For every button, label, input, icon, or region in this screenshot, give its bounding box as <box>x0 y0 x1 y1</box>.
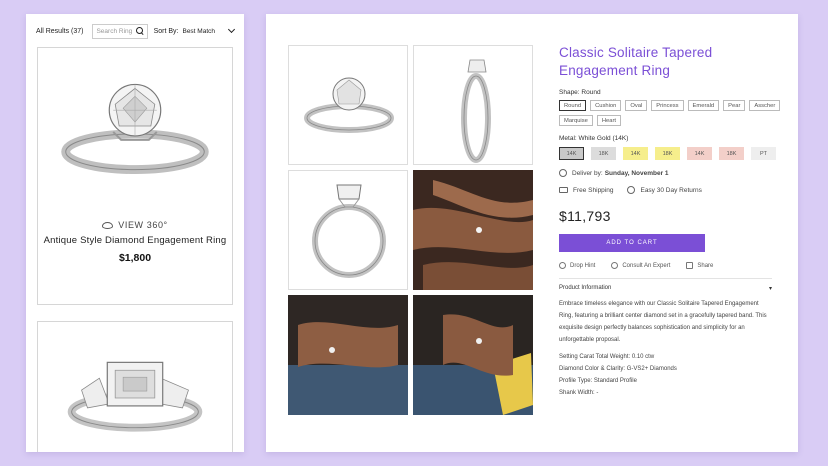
delivery-info: Deliver by: Sunday, November 1 <box>559 169 779 177</box>
product-card[interactable] <box>37 321 233 452</box>
product-info-heading: Product Information <box>559 285 612 291</box>
search-placeholder: Search Ring <box>96 27 133 35</box>
metal-option-rose-18k[interactable]: 18K <box>719 147 744 160</box>
search-icon[interactable] <box>135 27 144 35</box>
metal-option-yellow-14k[interactable]: 14K <box>623 147 648 160</box>
shape-option-round[interactable]: Round <box>559 100 587 111</box>
consult-expert-button[interactable]: Consult An Expert <box>611 262 670 269</box>
search-input[interactable]: Search Ring <box>92 23 148 39</box>
results-count: All Results (37) <box>36 27 84 35</box>
spec-carat-weight: Setting Carat Total Weight: 0.10 ctw <box>559 354 655 360</box>
product-card[interactable]: VIEW 360° Antique Style Diamond Engageme… <box>37 47 233 305</box>
spec-shank-width: Shank Width: - <box>559 390 599 396</box>
share-button[interactable]: Share <box>686 262 713 269</box>
consult-label: Consult An Expert <box>622 262 671 269</box>
deliver-prefix: Deliver by: <box>572 169 603 177</box>
metal-option-white-14k[interactable]: 14K <box>559 147 584 160</box>
ring-side-image <box>461 59 491 163</box>
chat-icon <box>611 262 619 269</box>
gallery-image-front[interactable] <box>288 45 408 165</box>
hint-icon <box>559 262 566 269</box>
shape-option-asscher[interactable]: Asscher <box>749 100 781 111</box>
sort-label: Sort By: <box>153 27 179 35</box>
divider <box>559 278 772 279</box>
shape-option-marquise[interactable]: Marquise <box>559 115 593 126</box>
shape-option-cushion[interactable]: Cushion <box>590 100 622 111</box>
product-info-toggle[interactable]: Product Information ▾ <box>559 285 772 292</box>
hand-box-photo-image <box>413 295 533 415</box>
shape-options: Round Cushion Oval Princess Emerald Pear… <box>559 100 784 126</box>
metal-option-white-18k[interactable]: 18K <box>591 147 616 160</box>
returns-icon <box>627 186 636 194</box>
hand-jeans-photo-image <box>288 295 408 415</box>
gallery-image-side[interactable] <box>413 45 533 165</box>
caret-down-icon: ▾ <box>768 286 772 292</box>
free-shipping-text: Free Shipping <box>573 186 614 194</box>
view-360-label: VIEW 360° <box>118 220 168 230</box>
spec-color-clarity: Diamond Color & Clarity: G-VS2+ Diamonds <box>559 366 677 372</box>
product-detail-panel: Classic Solitaire Tapered Engagement Rin… <box>266 14 798 452</box>
shape-option-heart[interactable]: Heart <box>596 115 622 126</box>
share-label: Share <box>697 262 714 269</box>
ring-front-image <box>304 77 394 133</box>
product-specs: Setting Carat Total Weight: 0.10 ctw Dia… <box>559 351 779 399</box>
add-to-cart-button[interactable]: ADD TO CART <box>559 234 705 252</box>
product-title: Classic Solitaire Tapered Engagement Rin… <box>559 45 713 78</box>
shape-option-princess[interactable]: Princess <box>651 100 684 111</box>
metal-option-platinum[interactable]: PT <box>751 147 776 160</box>
shape-option-oval[interactable]: Oval <box>625 100 648 111</box>
deliver-date: Sunday, November 1 <box>604 169 669 177</box>
hand-photo-image <box>413 170 533 290</box>
sort-value: Best Match <box>182 27 215 35</box>
product-price: $11,793 <box>559 208 611 224</box>
gallery-image-hand-2[interactable] <box>288 295 408 415</box>
ring-profile-image <box>312 184 386 278</box>
shape-label: Shape: Round <box>559 89 601 96</box>
spec-profile-type: Profile Type: Standard Profile <box>559 378 637 384</box>
gallery-image-hand-1[interactable] <box>413 170 533 290</box>
product-price: $1,800 <box>118 252 152 264</box>
metal-label: Metal: White Gold (14K) <box>559 135 629 142</box>
clock-icon <box>559 169 567 177</box>
metal-option-yellow-18k[interactable]: 18K <box>655 147 680 160</box>
eye-icon <box>102 222 114 229</box>
share-icon <box>686 262 694 269</box>
returns-text: Easy 30 Day Returns <box>640 186 702 194</box>
metal-option-rose-14k[interactable]: 14K <box>687 147 712 160</box>
view-360-button[interactable]: VIEW 360° <box>38 220 232 230</box>
chevron-down-icon <box>227 25 236 34</box>
ring-image <box>61 83 209 175</box>
gallery-image-profile[interactable] <box>288 170 408 290</box>
drop-hint-button[interactable]: Drop Hint <box>559 262 595 269</box>
product-title[interactable]: Antique Style Diamond Engagement Ring <box>38 235 232 246</box>
sort-select[interactable]: Best Match <box>182 25 236 35</box>
drop-hint-label: Drop Hint <box>570 262 596 269</box>
ring-image <box>67 361 203 432</box>
truck-icon <box>559 187 568 193</box>
product-description: Embrace timeless elegance with our Class… <box>559 301 767 343</box>
shipping-returns: Free Shipping Easy 30 Day Returns <box>559 186 779 194</box>
metal-options: 14K 18K 14K 18K 14K 18K PT <box>559 147 779 160</box>
gallery-image-hand-3[interactable] <box>413 295 533 415</box>
product-info: Classic Solitaire Tapered Engagement Rin… <box>559 44 781 399</box>
shape-option-pear[interactable]: Pear <box>723 100 746 111</box>
results-panel: All Results (37) Search Ring Sort By: Be… <box>26 14 244 452</box>
shape-option-emerald[interactable]: Emerald <box>687 100 720 111</box>
product-actions: Drop Hint Consult An Expert Share <box>559 262 779 269</box>
results-toolbar: All Results (37) Search Ring Sort By: Be… <box>36 22 236 40</box>
